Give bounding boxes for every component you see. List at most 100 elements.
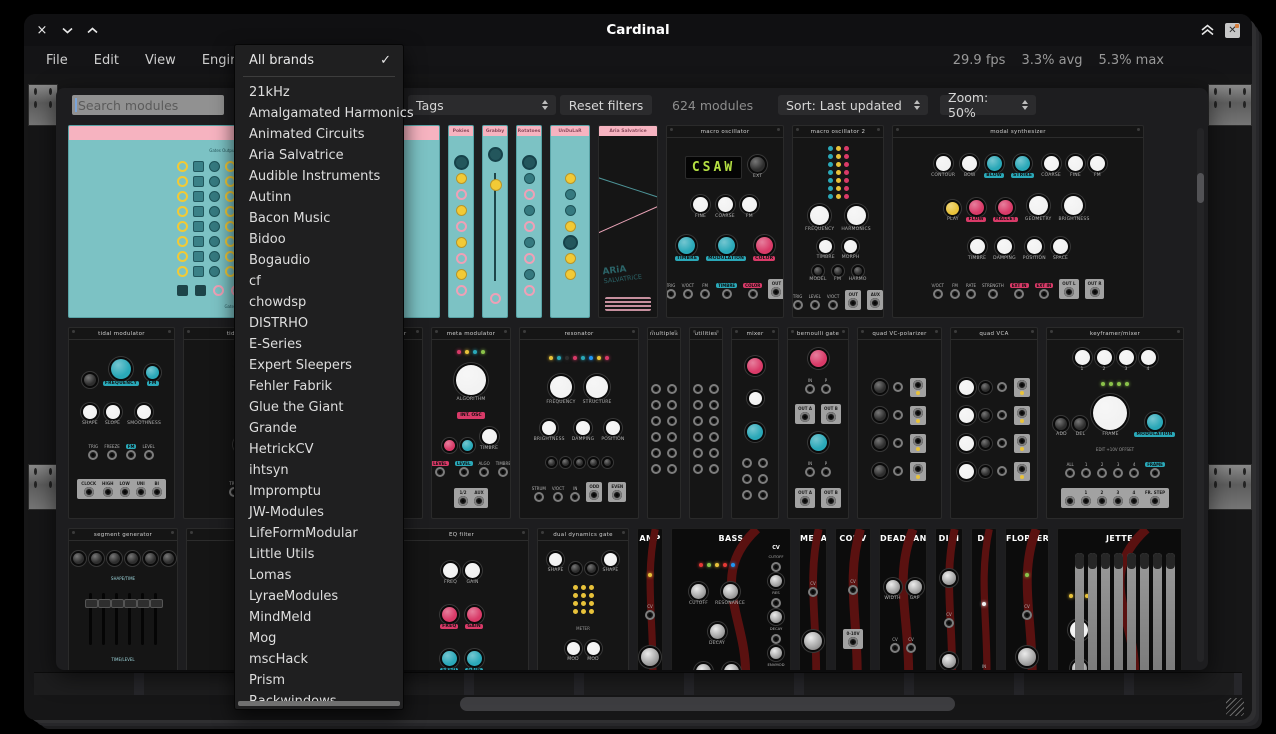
brand-menu-item[interactable]: Amalgamated Harmonics bbox=[235, 103, 403, 124]
slider-column[interactable] bbox=[1075, 553, 1084, 670]
slider-handle[interactable] bbox=[137, 599, 150, 608]
brand-menu-item[interactable]: 21kHz bbox=[235, 82, 403, 103]
module-card[interactable]: DCIN bbox=[971, 528, 997, 670]
brand-menu-item[interactable]: LifeFormModular bbox=[235, 523, 403, 544]
brand-menu-item[interactable]: Fehler Fabrik bbox=[235, 376, 403, 397]
brand-menu-item[interactable]: HetrickCV bbox=[235, 439, 403, 460]
slider-column[interactable] bbox=[1140, 553, 1149, 670]
slider[interactable] bbox=[115, 593, 118, 645]
module-card[interactable]: dual dynamics gateSHAPESHAPEMETERMODMODL… bbox=[537, 528, 629, 670]
resize-grip[interactable] bbox=[1226, 698, 1244, 716]
slider-handle[interactable] bbox=[490, 179, 502, 191]
brand-menu-item[interactable]: E-Series bbox=[235, 334, 403, 355]
slider-handle[interactable] bbox=[150, 599, 163, 608]
brand-menu-item[interactable]: Impromptu bbox=[235, 481, 403, 502]
slider-column[interactable] bbox=[1127, 553, 1136, 670]
module-card[interactable]: Pokies bbox=[448, 125, 474, 318]
brand-menu-item[interactable]: Expert Sleepers bbox=[235, 355, 403, 376]
module-card[interactable]: utilities bbox=[689, 327, 723, 519]
brand-menu-item-all-brands[interactable]: All brands ✓ bbox=[235, 49, 403, 71]
module-card[interactable]: keyframer/mixer1234ADDDELFRAMEMODULATION… bbox=[1046, 327, 1184, 519]
module-card[interactable]: JETTE1V/OCT bbox=[1057, 528, 1182, 670]
module-card[interactable]: bernoulli gateINPOUT AOUT BINPOUT AOUT B bbox=[787, 327, 849, 519]
slider[interactable] bbox=[141, 593, 144, 645]
module-card[interactable]: FLOPPERCVIN bbox=[1005, 528, 1049, 670]
maximize-icon[interactable] bbox=[84, 22, 100, 38]
slider-handle[interactable] bbox=[124, 599, 137, 608]
vertical-scrollbar[interactable] bbox=[1197, 128, 1204, 662]
slider[interactable] bbox=[102, 593, 105, 645]
vertical-slider[interactable] bbox=[494, 173, 496, 281]
brand-menu-item[interactable]: Little Utils bbox=[235, 544, 403, 565]
slider-handle[interactable] bbox=[111, 599, 124, 608]
minimize-icon[interactable] bbox=[59, 22, 75, 38]
horizontal-scrollbar[interactable] bbox=[460, 697, 955, 711]
slider-column[interactable] bbox=[1101, 553, 1110, 670]
brand-menu-item[interactable]: ihtsyn bbox=[235, 460, 403, 481]
brand-menu-item[interactable]: DISTRHO bbox=[235, 313, 403, 334]
module-card[interactable]: UnDuLaR bbox=[550, 125, 590, 318]
zoom-select[interactable]: Zoom: 50% bbox=[940, 95, 1036, 115]
module-card[interactable]: AMPCVIN bbox=[637, 528, 663, 670]
module-card[interactable]: Grabby bbox=[482, 125, 508, 318]
slider[interactable] bbox=[154, 593, 157, 645]
slider-handle[interactable] bbox=[85, 599, 98, 608]
brand-menu-item[interactable]: Animated Circuits bbox=[235, 124, 403, 145]
module-card[interactable]: Rotatoes bbox=[516, 125, 542, 318]
brand-menu-item[interactable]: Grande bbox=[235, 418, 403, 439]
brand-menu-item[interactable]: Bacon Music bbox=[235, 208, 403, 229]
module-card[interactable]: DIGICVANALOG bbox=[935, 528, 963, 670]
brand-menu-item[interactable]: mscHack bbox=[235, 649, 403, 670]
module-card[interactable]: EQ filterFREQGAINFREQGAINFREQGAINHPBPLP bbox=[394, 528, 529, 670]
module-card[interactable]: CONVCV0-10V0-10V bbox=[835, 528, 871, 670]
module-card[interactable]: macro oscillatorCSAWEXTFINECOARSEFMTIMBR… bbox=[666, 125, 784, 318]
module-card[interactable]: quad VC-polarizer bbox=[857, 327, 942, 519]
brand-menu-item[interactable]: Lomas bbox=[235, 565, 403, 586]
module-card[interactable]: DEADBANDWIDTHGAPCVCV bbox=[879, 528, 927, 670]
brand-menu-item[interactable]: Glue the Giant bbox=[235, 397, 403, 418]
menu-item-file[interactable]: File bbox=[46, 53, 68, 68]
brand-menu-item[interactable]: Mog bbox=[235, 628, 403, 649]
tags-select[interactable]: Tags bbox=[408, 95, 556, 115]
module-card[interactable]: Aria SalvatriceARiASALVATRiCE bbox=[598, 125, 658, 318]
module-card[interactable]: mixer bbox=[731, 327, 779, 519]
close-window-icon[interactable]: × bbox=[34, 22, 50, 38]
module-card[interactable]: modal synthesizerCONTOURBOWBLOWSTRIKECOA… bbox=[892, 125, 1144, 318]
module-card[interactable]: tidal modulatorFREQUENCYFMSHAPESLOPESMOO… bbox=[68, 327, 175, 519]
brand-menu-item[interactable]: Bogaudio bbox=[235, 250, 403, 271]
slider[interactable] bbox=[89, 593, 92, 645]
brand-menu-item[interactable]: MindMeld bbox=[235, 607, 403, 628]
module-card[interactable]: meta modulatorALGORITHMINT. OSCTIMBRELEV… bbox=[431, 327, 511, 519]
reset-filters-button[interactable]: Reset filters bbox=[560, 95, 652, 115]
search-input[interactable]: Search modules bbox=[72, 95, 224, 115]
slider-column[interactable] bbox=[1114, 553, 1123, 670]
module-card[interactable]: macro oscillator 2FREQUENCYHARMONICSTIMB… bbox=[792, 125, 884, 318]
module-card[interactable]: multiples bbox=[647, 327, 681, 519]
slider-column[interactable] bbox=[1166, 553, 1175, 670]
module-card[interactable]: resonatorFREQUENCYSTRUCTUREBRIGHTNESSDAM… bbox=[519, 327, 639, 519]
menu-item-view[interactable]: View bbox=[145, 53, 176, 68]
brand-menu-item[interactable]: cf bbox=[235, 271, 403, 292]
slider-handle[interactable] bbox=[98, 599, 111, 608]
brand-menu-item[interactable]: JW-Modules bbox=[235, 502, 403, 523]
brand-menu-item[interactable]: chowdsp bbox=[235, 292, 403, 313]
module-card[interactable]: MERACVPRE bbox=[799, 528, 827, 670]
sort-select[interactable]: Sort: Last updated bbox=[778, 95, 928, 115]
brand-menu-item[interactable]: Bidoo bbox=[235, 229, 403, 250]
brand-menu-item[interactable]: Autinn bbox=[235, 187, 403, 208]
collapse-icon[interactable] bbox=[1199, 22, 1215, 38]
brand-menu-item[interactable]: Prism bbox=[235, 670, 403, 691]
brand-menu-item[interactable]: Audible Instruments bbox=[235, 166, 403, 187]
vertical-scrollbar-thumb[interactable] bbox=[1197, 173, 1204, 203]
menu-item-edit[interactable]: Edit bbox=[94, 53, 119, 68]
slider-column[interactable] bbox=[1153, 553, 1162, 670]
app-icon[interactable]: ✕ bbox=[1225, 23, 1240, 38]
brand-menu-scrollbar[interactable] bbox=[238, 701, 400, 706]
brand-menu-item[interactable]: LyraeModules bbox=[235, 586, 403, 607]
brand-menu-item[interactable]: Aria Salvatrice bbox=[235, 145, 403, 166]
module-card[interactable]: BASSCUTOFFRESONANCEDECAYENVMODACCENTACCE… bbox=[671, 528, 791, 670]
module-card[interactable]: segment generatorSHAPE/TIMETIME/LEVELGAT… bbox=[68, 528, 178, 670]
slider[interactable] bbox=[128, 593, 131, 645]
slider-column[interactable] bbox=[1088, 553, 1097, 670]
module-card[interactable]: quad VCA bbox=[950, 327, 1038, 519]
